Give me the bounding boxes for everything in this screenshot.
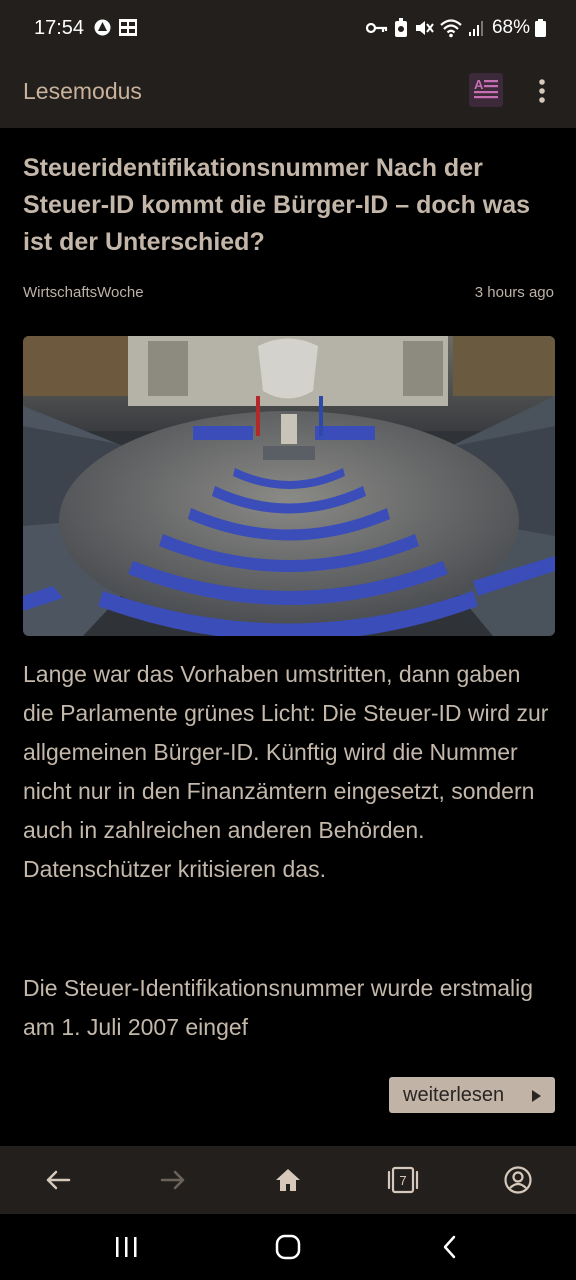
more-vert-icon <box>539 79 545 103</box>
account-button[interactable] <box>498 1160 538 1200</box>
browser-bottom-bar: 7 <box>0 1146 576 1214</box>
status-bar: 17:54 68% <box>0 0 576 58</box>
app-title: Lesemodus <box>23 78 142 104</box>
recents-button[interactable] <box>106 1230 146 1264</box>
article-hero-image <box>23 336 555 636</box>
battery-icon <box>535 19 546 37</box>
status-time: 17:54 <box>34 17 85 39</box>
tabs-icon: 7 <box>387 1166 419 1194</box>
forward-icon <box>160 1170 185 1190</box>
text-fade-overlay <box>330 1006 560 1050</box>
notification-icon <box>394 18 407 37</box>
svg-text:A: A <box>474 77 484 92</box>
recents-icon <box>116 1237 137 1257</box>
grid-app-icon <box>119 19 137 36</box>
account-icon <box>504 1166 532 1194</box>
play-arrow-icon <box>532 1090 541 1102</box>
app-bar: Lesemodus A <box>0 58 576 128</box>
system-nav-bar <box>0 1214 576 1280</box>
article-time: 3 hours ago <box>474 284 554 301</box>
read-more-label: weiterlesen <box>403 1084 505 1106</box>
wifi-icon <box>440 19 462 38</box>
reader-content: Steueridentifikationsnummer Nach der Ste… <box>0 128 576 1146</box>
tab-count: 7 <box>399 1173 406 1188</box>
reader-mode-button[interactable]: A <box>469 73 503 107</box>
back-button[interactable] <box>38 1160 78 1200</box>
system-back-button[interactable] <box>430 1230 470 1264</box>
reader-mode-icon: A <box>474 77 498 99</box>
signal-icon <box>468 21 483 36</box>
home-circle-icon <box>275 1234 301 1260</box>
mute-icon <box>415 21 434 35</box>
vpn-key-icon <box>365 22 388 34</box>
home-icon <box>276 1169 300 1191</box>
system-home-button[interactable] <box>268 1230 308 1264</box>
read-more-button[interactable]: weiterlesen <box>389 1077 555 1113</box>
tabs-button[interactable]: 7 <box>383 1160 423 1200</box>
status-right-icons: 68% <box>365 17 546 39</box>
parliament-image <box>23 336 555 636</box>
article-paragraph-1: Lange war das Vorhaben umstritten, dann … <box>23 661 549 882</box>
back-icon <box>46 1170 71 1190</box>
back-chevron-icon <box>443 1235 456 1259</box>
battery-percentage: 68% <box>491 17 530 38</box>
article-headline: Steueridentifikationsnummer Nach der Ste… <box>23 154 531 256</box>
status-left-icons <box>93 18 138 37</box>
article-source: WirtschaftsWoche <box>23 284 144 301</box>
hotspot-icon <box>94 19 111 36</box>
forward-button[interactable] <box>153 1160 193 1200</box>
home-button[interactable] <box>268 1160 308 1200</box>
more-options-button[interactable] <box>530 74 554 108</box>
